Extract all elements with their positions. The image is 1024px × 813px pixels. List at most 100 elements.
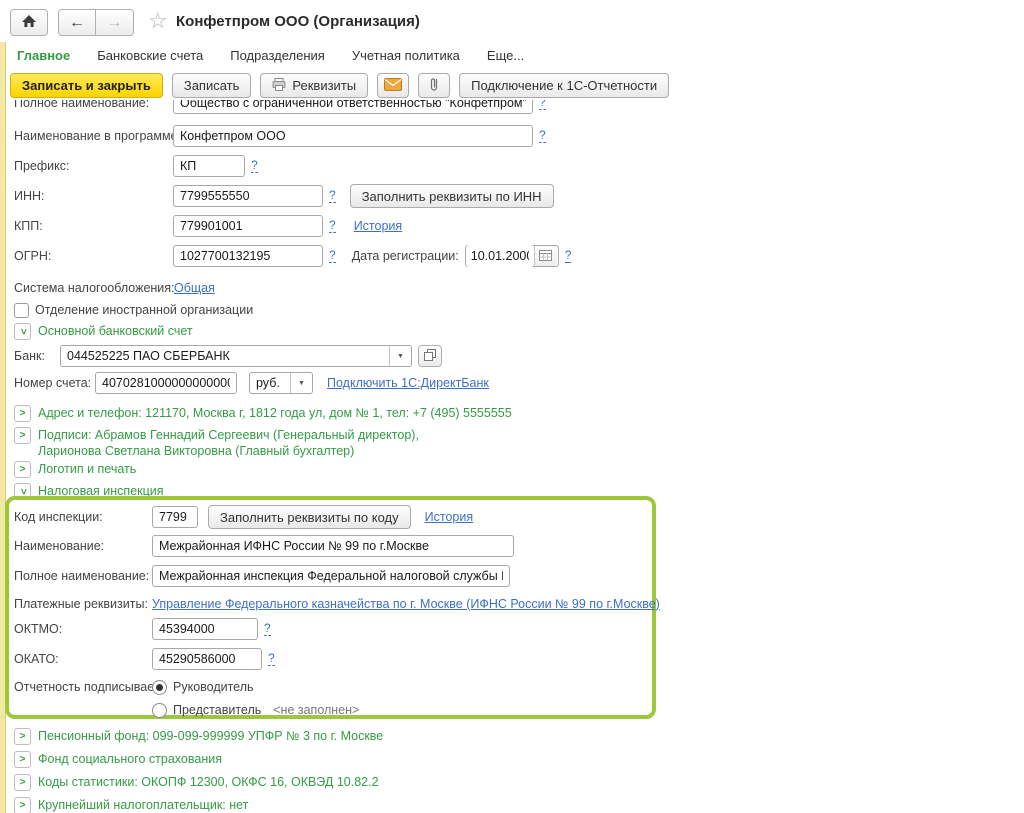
full-name-help-icon[interactable]: ? [539,100,546,110]
oktmo-input[interactable] [152,618,258,640]
tax-system-row: Система налогообложения: Общая [14,279,215,297]
collapse-bank-account-button[interactable]: > [14,323,31,340]
expand-signatures-button[interactable]: > [14,427,31,444]
group-address: > Адрес и телефон: 121170, Москва г, 181… [14,404,512,422]
bank-input[interactable] [61,346,389,366]
program-name-input[interactable] [173,125,533,147]
group-pension-fund: > Пенсионный фонд: 099-099-999999 УПФР №… [14,727,383,745]
dropdown-arrow-icon: ▼ [298,380,305,387]
inspection-name-input[interactable] [152,535,514,557]
bank-dropdown-button[interactable]: ▼ [389,346,411,366]
group-statistics-codes-label[interactable]: Коды статистики: ОКОПФ 12300, ОКФС 16, О… [38,775,379,789]
tab-departments[interactable]: Подразделения [230,48,325,63]
expand-logo-stamp-button[interactable]: > [14,461,31,478]
chevron-right-icon: > [20,430,26,441]
tab-more[interactable]: Еще... [487,48,524,63]
group-largest-taxpayer-label[interactable]: Крупнейший налогоплательщик: нет [38,798,248,812]
history-nav: ← → [58,9,134,36]
inspection-full-name-row: Полное наименование: [14,565,510,587]
reg-date-field [465,245,559,267]
reg-date-label: Дата регистрации: [352,249,459,263]
signer-representative-radio[interactable] [152,703,167,718]
reg-date-help-icon[interactable]: ? [565,249,572,263]
tab-accounting-policy[interactable]: Учетная политика [352,48,460,63]
bank-label: Банк: [14,349,54,363]
chevron-down-icon: > [17,328,28,334]
okato-input[interactable] [152,648,262,670]
program-name-help-icon[interactable]: ? [539,129,546,143]
group-tax-inspection: > Налоговая инспекция [14,482,164,500]
inn-label: ИНН: [14,189,167,203]
forward-button[interactable]: → [96,9,134,36]
currency-dropdown-button[interactable]: ▼ [290,373,312,393]
fill-by-inn-button[interactable]: Заполнить реквизиты по ИНН [350,184,554,208]
representative-empty-value: <не заполнен> [273,703,359,717]
chevron-right-icon: > [20,777,26,788]
inspection-code-input[interactable] [152,506,198,528]
okato-help-icon[interactable]: ? [268,652,275,666]
back-button[interactable]: ← [58,9,96,36]
save-button[interactable]: Записать [172,73,252,98]
signer-representative-label: Представитель [173,703,261,717]
okato-label: ОКАТО: [14,652,146,666]
calendar-button[interactable] [534,246,557,266]
save-and-close-button[interactable]: Записать и закрыть [10,73,163,98]
inn-help-icon[interactable]: ? [329,189,336,203]
kpp-help-icon[interactable]: ? [329,219,336,233]
full-name-input[interactable] [173,100,533,114]
group-logo-stamp: > Логотип и печать [14,460,136,478]
group-pension-fund-label[interactable]: Пенсионный фонд: 099-099-999999 УПФР № 3… [38,729,383,743]
connect-1c-reporting-button[interactable]: Подключение к 1С-Отчетности [459,73,669,98]
expand-pension-fund-button[interactable]: > [14,728,31,745]
home-button[interactable] [10,9,48,36]
ogrn-input[interactable] [173,245,323,267]
inspection-history-link[interactable]: История [425,510,473,524]
reg-date-input[interactable] [466,245,534,267]
envelope-icon [384,78,402,94]
inn-input[interactable] [173,185,323,207]
prefix-help-icon[interactable]: ? [251,159,258,173]
inspection-name-label: Наименование: [14,539,146,553]
expand-social-insurance-button[interactable]: > [14,751,31,768]
prefix-input[interactable] [173,155,245,177]
inspection-code-row: Код инспекции: Заполнить реквизиты по ко… [14,506,473,528]
group-bank-account-label[interactable]: Основной банковский счет [38,324,193,338]
expand-statistics-codes-button[interactable]: > [14,774,31,791]
tab-bank-accounts[interactable]: Банковские счета [97,48,203,63]
favorite-star-icon[interactable]: ☆ [148,8,168,34]
bank-field: ▼ [60,345,412,367]
collapse-tax-inspection-button[interactable]: > [14,483,31,500]
foreign-branch-checkbox[interactable] [14,303,29,318]
dropdown-arrow-icon: ▼ [397,353,404,360]
signer-director-radio[interactable] [152,680,167,695]
toolbar: Записать и закрыть Записать Реквизиты По… [10,73,669,98]
group-address-label[interactable]: Адрес и телефон: 121170, Москва г, 1812 … [38,406,512,420]
directbank-link[interactable]: Подключить 1С:ДиректБанк [327,376,489,390]
group-signatures-label[interactable]: Подписи: Абрамов Геннадий Сергеевич (Ген… [38,427,419,459]
group-tax-inspection-label[interactable]: Налоговая инспекция [38,484,164,498]
group-social-insurance-label[interactable]: Фонд социального страхования [38,752,222,766]
fill-by-code-button[interactable]: Заполнить реквизиты по коду [208,505,411,529]
chevron-right-icon: > [20,754,26,765]
payment-details-link[interactable]: Управление Федерального казначейства по … [152,597,660,611]
group-logo-stamp-label[interactable]: Логотип и печать [38,462,136,476]
ogrn-help-icon[interactable]: ? [329,249,336,263]
inspection-full-name-input[interactable] [152,565,510,587]
oktmo-help-icon[interactable]: ? [264,622,271,636]
expand-address-button[interactable]: > [14,405,31,422]
tab-main[interactable]: Главное [17,48,70,63]
attachments-button[interactable] [418,73,450,98]
kpp-history-link[interactable]: История [354,219,402,233]
account-number-input[interactable] [95,372,237,394]
full-name-label: Полное наименование: [14,100,167,110]
tax-system-link[interactable]: Общая [174,281,215,295]
foreign-branch-row: Отделение иностранной организации [14,301,253,319]
currency-select[interactable]: руб. ▼ [249,372,313,394]
kpp-row: КПП: ? История [14,215,402,237]
requisites-button[interactable]: Реквизиты [260,73,368,98]
email-button[interactable] [377,73,409,98]
bank-open-button[interactable] [418,345,442,367]
expand-largest-taxpayer-button[interactable]: > [14,797,31,813]
kpp-input[interactable] [173,215,323,237]
signatures-line2: Ларионова Светлана Викторовна (Главный б… [38,444,354,458]
